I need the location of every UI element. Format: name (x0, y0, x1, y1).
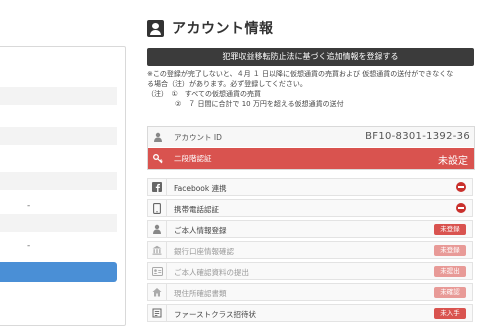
list-item-label: 現住所確認書類 (174, 289, 227, 298)
status-badge: 未提出 (434, 266, 466, 277)
list-item-facebook[interactable]: Facebook 連携 (147, 178, 473, 196)
notice-line: （注） ① すべての仮想通貨の売買 (147, 90, 262, 98)
list-item-label: ご本人確認資料の提出 (174, 268, 249, 277)
two-factor-label: 二段階認証 (174, 154, 212, 163)
account-id-row: アカウント ID BF10-8301-1392-36 (148, 127, 474, 147)
notice-line: ② ７ 日間に合計で 10 万円を超える仮想通貨の送付 (147, 100, 344, 108)
person-icon (148, 127, 168, 147)
list-item-label: Facebook 連携 (174, 184, 227, 193)
notice-line: る場合（注）があります。必ず登録してください。 (147, 80, 307, 88)
left-panel-dash: - (27, 241, 31, 251)
two-factor-row[interactable]: 二段階認証 未設定 (148, 148, 474, 169)
left-panel-row (0, 87, 117, 105)
list-item-label: ご本人情報登録 (174, 226, 227, 235)
key-icon (148, 148, 168, 169)
list-item-id-documents[interactable]: ご本人確認資料の提出 未提出 (147, 262, 473, 280)
page-title: アカウント情報 (172, 21, 274, 37)
home-icon (148, 284, 167, 300)
ticket-icon (148, 305, 167, 321)
left-panel: - - - (0, 46, 126, 326)
registration-notice: ※この登録が完了しないと、４月 １ 日以降に仮想通貨の売買および 仮想通貨の送付… (147, 69, 477, 109)
list-item-personal-info[interactable]: ご本人情報登録 未登録 (147, 220, 473, 238)
left-panel-dash: - (27, 201, 31, 211)
id-card-icon (148, 263, 167, 279)
person-icon (148, 221, 167, 237)
status-badge: 未登録 (434, 245, 466, 256)
two-factor-status: 未設定 (438, 156, 468, 167)
status-badge: 未確認 (434, 287, 466, 298)
list-item-address-documents[interactable]: 現住所確認書類 未確認 (147, 283, 473, 301)
status-badge: 未入手 (434, 308, 466, 319)
left-panel-row (0, 172, 117, 190)
account-summary-box: アカウント ID BF10-8301-1392-36 二段階認証 未設定 (147, 126, 475, 170)
user-card-icon (147, 19, 164, 37)
verification-list: Facebook 連携 携帯電話認証 ご本人情報登録 未登録 銀行口座情報確認 … (147, 178, 473, 322)
list-item-label: 携帯電話認証 (174, 205, 219, 214)
list-item-label: ファーストクラス招待状 (174, 310, 256, 319)
left-panel-row (0, 214, 117, 232)
list-item-phone[interactable]: 携帯電話認証 (147, 199, 473, 217)
status-badge: 未登録 (434, 224, 466, 235)
phone-icon (148, 200, 167, 216)
register-additional-info-button[interactable]: 犯罪収益移転防止法に基づく追加情報を登録する (147, 48, 474, 66)
page-header: アカウント情報 (147, 16, 274, 40)
minus-circle-icon[interactable] (456, 203, 466, 213)
notice-line: ※この登録が完了しないと、４月 １ 日以降に仮想通貨の売買および 仮想通貨の送付… (147, 70, 454, 78)
left-panel-row (0, 127, 117, 145)
list-item-bank-account[interactable]: 銀行口座情報確認 未登録 (147, 241, 473, 259)
left-panel-button[interactable] (0, 262, 117, 282)
list-item-first-class-invitation[interactable]: ファーストクラス招待状 未入手 (147, 304, 473, 322)
minus-circle-icon[interactable] (456, 182, 466, 192)
facebook-icon (148, 179, 167, 195)
account-id-label: アカウント ID (174, 133, 222, 142)
account-id-value: BF10-8301-1392-36 (365, 131, 470, 142)
list-item-label: 銀行口座情報確認 (174, 247, 234, 256)
bank-icon (148, 242, 167, 258)
